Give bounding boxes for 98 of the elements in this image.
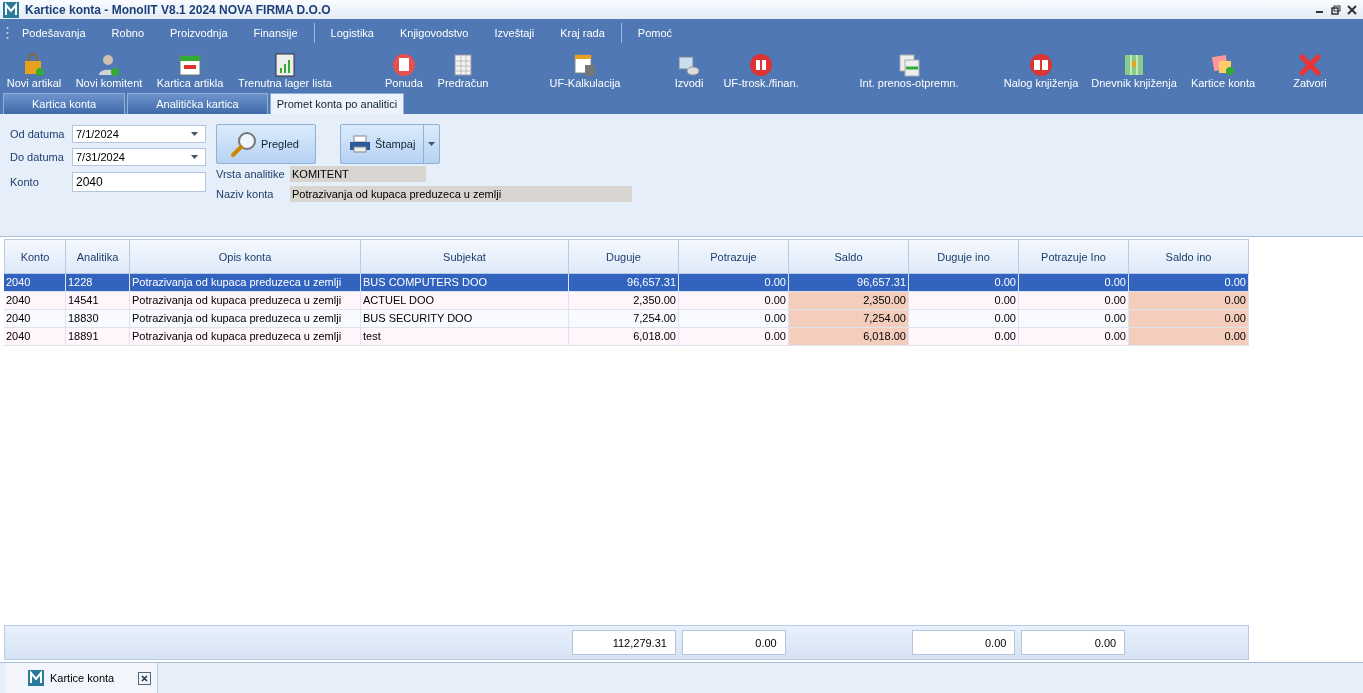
read-only-field: KOMITENT bbox=[290, 166, 426, 182]
toolbar-button[interactable]: Novi artikal bbox=[2, 53, 66, 91]
restore-icon[interactable] bbox=[1331, 4, 1341, 15]
printer-icon bbox=[349, 135, 371, 153]
tab[interactable]: Kartica konta bbox=[3, 93, 126, 114]
table-cell: 0.00 bbox=[679, 274, 789, 292]
column-header[interactable]: Subjekat bbox=[361, 239, 569, 274]
toolbar-button[interactable]: Kartica artikla bbox=[152, 53, 228, 91]
toolbar-button[interactable]: Nalog knjiženja bbox=[1001, 53, 1081, 91]
table-cell: Potrazivanja od kupaca preduzeca u zemlji bbox=[130, 274, 361, 292]
table-cell: 6,018.00 bbox=[789, 328, 909, 346]
toolbar-button[interactable]: Int. prenos-otpremn. bbox=[854, 53, 964, 91]
person-add-icon bbox=[97, 53, 121, 77]
table-cell: BUS COMPUTERS DOO bbox=[361, 274, 569, 292]
table-cell: 18891 bbox=[66, 328, 130, 346]
table-cell: 96,657.31 bbox=[789, 274, 909, 292]
tab[interactable]: Promet konta po analitici bbox=[269, 93, 405, 114]
table-cell: 0.00 bbox=[1129, 274, 1249, 292]
grip-icon bbox=[6, 25, 9, 40]
total-field: 0.00 bbox=[911, 630, 1016, 655]
column-header[interactable]: Opis konta bbox=[130, 239, 361, 274]
close-icon[interactable] bbox=[138, 671, 152, 685]
menu-item[interactable]: Proizvodnja bbox=[157, 26, 241, 39]
table-cell: 0.00 bbox=[1019, 274, 1129, 292]
preview-button[interactable]: Pregled bbox=[216, 124, 316, 164]
date-field[interactable]: 7/31/2024 bbox=[72, 148, 206, 166]
bar-chart-icon bbox=[273, 53, 297, 77]
close-icon[interactable] bbox=[1347, 4, 1357, 15]
total-field: 0.00 bbox=[1021, 630, 1126, 655]
total-field: 0.00 bbox=[681, 630, 786, 655]
dropdown-icon[interactable] bbox=[191, 132, 198, 136]
shopping-bag-icon bbox=[22, 53, 46, 77]
field-label: Konto bbox=[10, 176, 40, 188]
table-cell: 0.00 bbox=[1129, 328, 1249, 346]
toolbar-button[interactable]: UF-Kalkulacija bbox=[545, 53, 625, 91]
menu-item[interactable]: Robno bbox=[98, 26, 158, 39]
table-cell: 0.00 bbox=[1129, 292, 1249, 310]
column-header[interactable]: Analitika bbox=[66, 239, 130, 274]
menu-item[interactable]: Logistika bbox=[317, 26, 387, 39]
table-cell: 7,254.00 bbox=[789, 310, 909, 328]
toolbar-button[interactable]: UF-trosk./finan. bbox=[721, 53, 801, 91]
close-icon bbox=[1298, 53, 1322, 77]
table-cell: 96,657.31 bbox=[569, 274, 679, 292]
window-title: Kartice konta - MonolIT V8.1 2024 NOVA FIRMA D.O.O bbox=[25, 2, 331, 17]
field-label: Vrsta analitike bbox=[216, 168, 286, 180]
table-cell: Potrazivanja od kupaca preduzeca u zemlji bbox=[130, 328, 361, 346]
dropdown-icon[interactable] bbox=[191, 155, 198, 159]
menu-item[interactable]: Finansije bbox=[240, 26, 311, 39]
field-label: Naziv konta bbox=[216, 188, 275, 200]
table-cell: 0.00 bbox=[909, 328, 1019, 346]
toolbar-button[interactable]: Zatvori bbox=[1288, 53, 1332, 91]
column-header[interactable]: Saldo ino bbox=[1129, 239, 1249, 274]
table-cell: test bbox=[361, 328, 569, 346]
read-only-field: Potrazivanja od kupaca preduzeca u zemlji bbox=[290, 186, 632, 202]
tab-label: Kartice konta bbox=[50, 672, 115, 684]
toolbar-button[interactable]: Ponuda bbox=[382, 53, 426, 91]
field-label: Do datuma bbox=[10, 151, 65, 163]
table-cell: 0.00 bbox=[909, 274, 1019, 292]
toolbar-button[interactable]: Izvodi bbox=[671, 53, 707, 91]
date-field[interactable]: 7/1/2024 bbox=[72, 125, 206, 143]
app-logo-icon bbox=[28, 670, 44, 686]
menu-item[interactable]: Pomoć bbox=[624, 26, 686, 39]
toolbar-button[interactable]: Dnevnik knjiženja bbox=[1088, 53, 1180, 91]
input-field[interactable]: 2040 bbox=[72, 172, 206, 192]
column-header[interactable]: Duguje ino bbox=[909, 239, 1019, 274]
menu-item[interactable]: Izveštaji bbox=[481, 26, 548, 39]
column-header[interactable]: Potrazuje Ino bbox=[1019, 239, 1129, 274]
column-header[interactable]: Konto bbox=[4, 239, 66, 274]
document-icon bbox=[392, 53, 416, 77]
menu-item[interactable]: Knjigovodstvo bbox=[386, 26, 482, 39]
cards-icon bbox=[1211, 53, 1235, 77]
toolbar-button[interactable]: Kartice konta bbox=[1188, 53, 1258, 91]
table-cell: 1228 bbox=[66, 274, 130, 292]
column-header[interactable]: Potrazuje bbox=[679, 239, 789, 274]
table-cell: 2040 bbox=[4, 328, 66, 346]
toolbar-button[interactable]: Trenutna lager lista bbox=[235, 53, 335, 91]
table-cell: 6,018.00 bbox=[569, 328, 679, 346]
app-logo-icon bbox=[3, 1, 19, 18]
column-header[interactable]: Duguje bbox=[569, 239, 679, 274]
grid-sheet-icon bbox=[451, 53, 475, 77]
toolbar-button[interactable]: Novi komitent bbox=[71, 53, 147, 91]
transfer-icon bbox=[897, 53, 921, 77]
document-tab[interactable]: Kartice konta bbox=[6, 663, 159, 693]
magnifier-icon bbox=[231, 131, 257, 157]
calendar-icon bbox=[178, 53, 202, 77]
menu-item[interactable]: Kraj rada bbox=[547, 26, 618, 39]
dropdown-icon[interactable] bbox=[428, 142, 435, 146]
table-cell: 2,350.00 bbox=[789, 292, 909, 310]
ledger-icon bbox=[1122, 53, 1146, 77]
menu-item[interactable]: Podešavanja bbox=[9, 26, 99, 39]
table-cell: 0.00 bbox=[1129, 310, 1249, 328]
toolbar-button[interactable]: Predračun bbox=[435, 53, 491, 91]
total-field: 112,279.31 bbox=[572, 630, 676, 655]
table-cell: 2040 bbox=[4, 274, 66, 292]
print-button[interactable]: Štampaj bbox=[340, 124, 440, 164]
tab[interactable]: Analitička kartica bbox=[127, 93, 268, 114]
field-label: Od datuma bbox=[10, 128, 66, 140]
column-header[interactable]: Saldo bbox=[789, 239, 909, 274]
